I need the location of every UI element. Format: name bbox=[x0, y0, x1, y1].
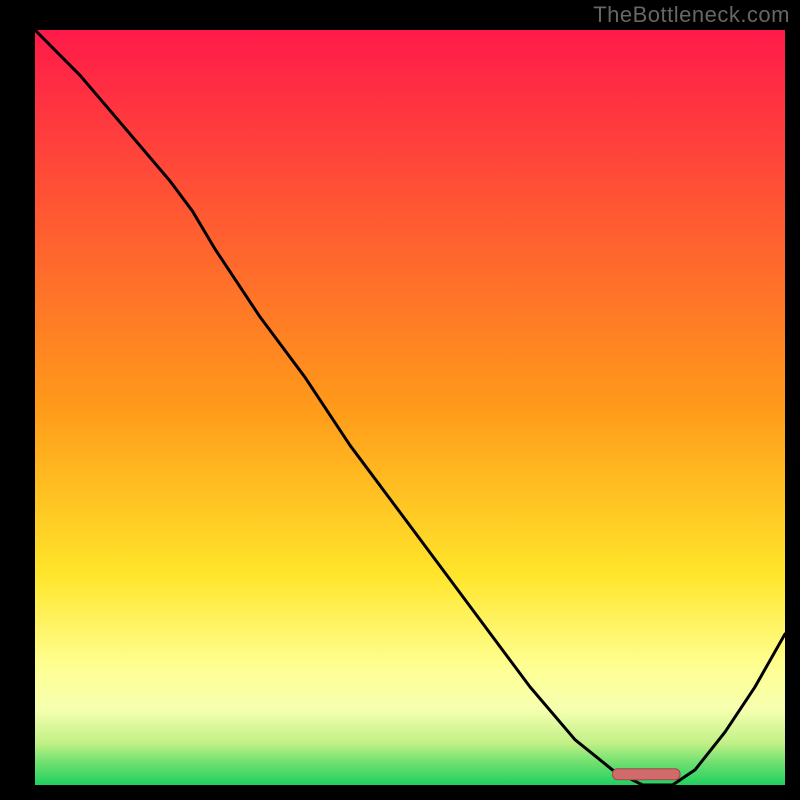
gradient-rect bbox=[35, 30, 785, 785]
optimal-marker bbox=[613, 769, 681, 780]
chart-svg bbox=[35, 30, 785, 785]
watermark-text: TheBottleneck.com bbox=[593, 2, 790, 28]
chart-frame: TheBottleneck.com bbox=[0, 0, 800, 800]
plot-area bbox=[35, 30, 785, 785]
